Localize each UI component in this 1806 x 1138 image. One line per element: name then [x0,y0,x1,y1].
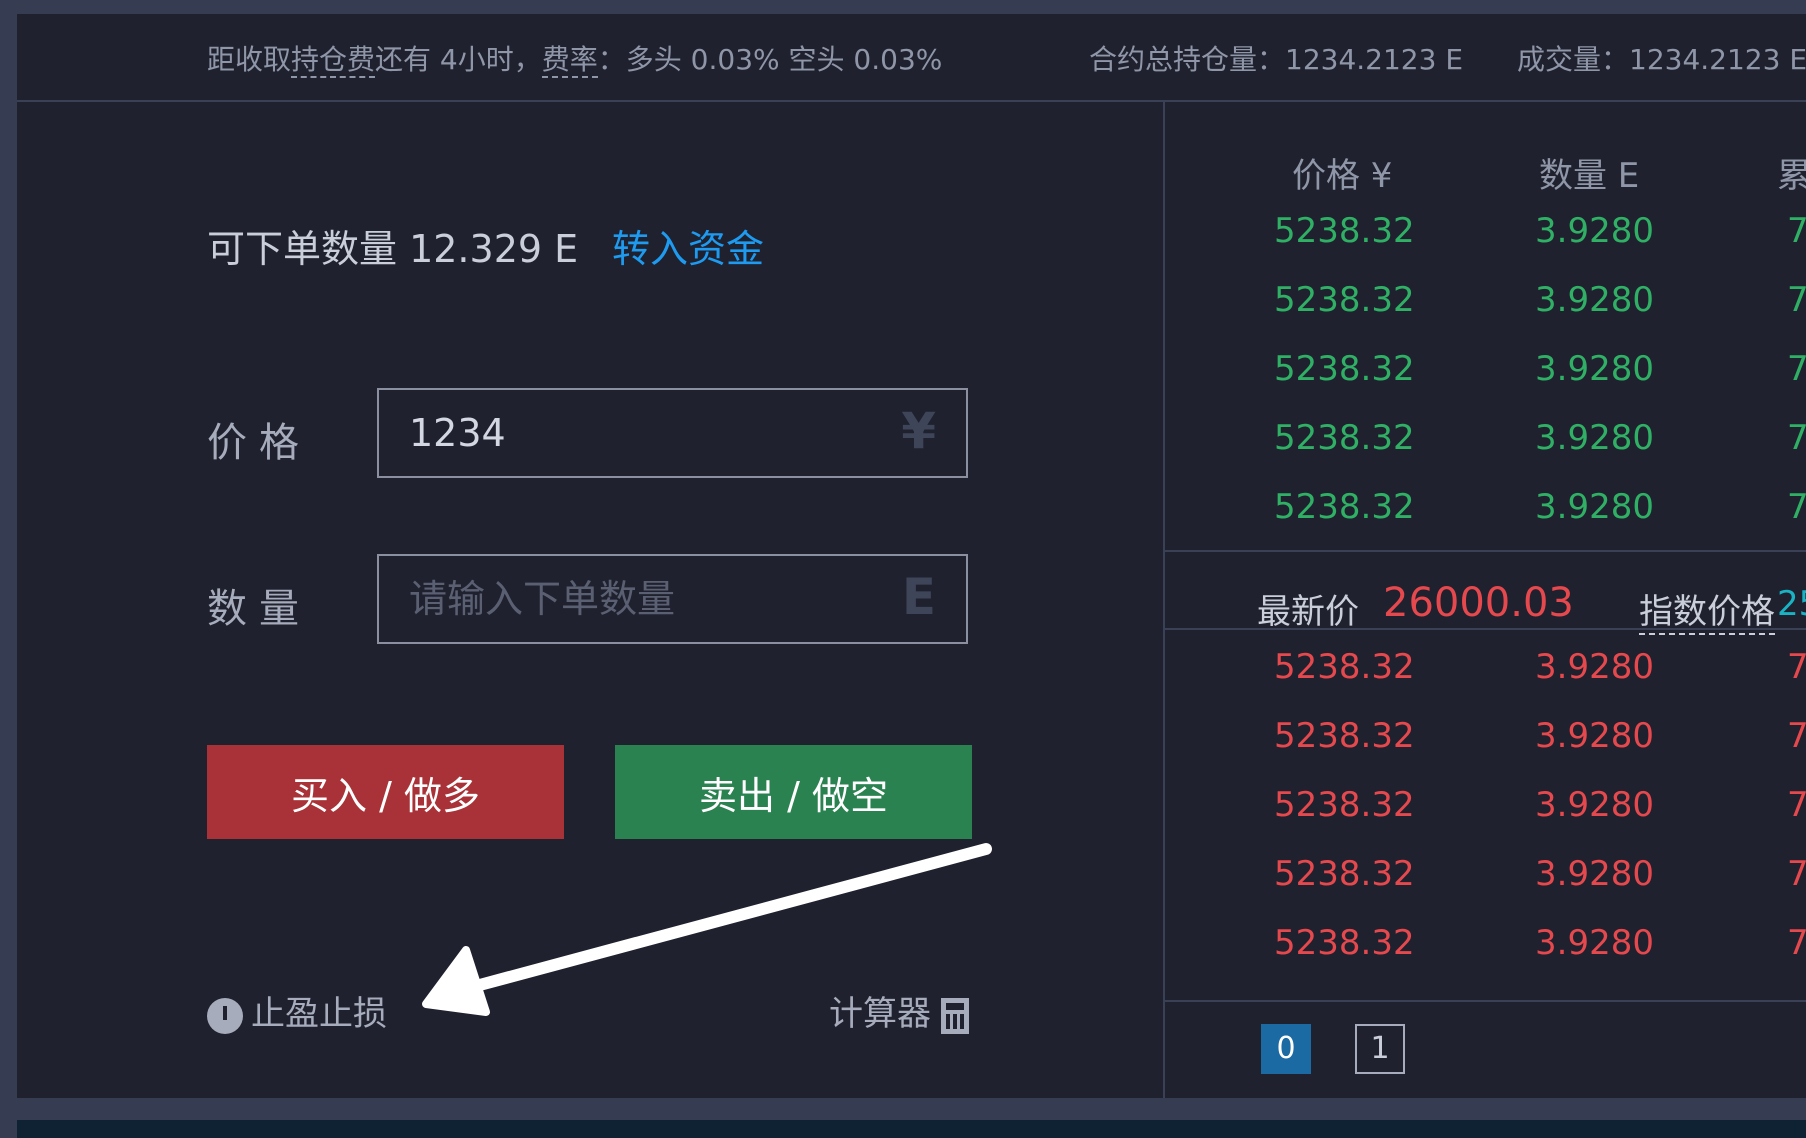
bottom-bar [17,1120,1806,1138]
annotation-arrow [422,843,992,1016]
